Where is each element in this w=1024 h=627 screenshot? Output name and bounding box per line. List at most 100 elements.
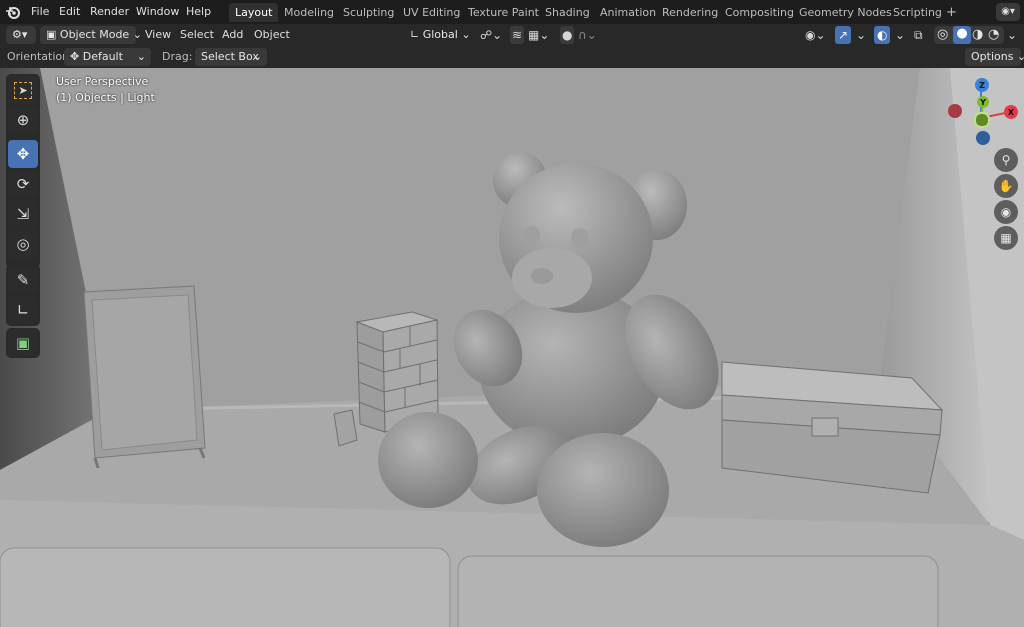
perspective-grid-icon: ▦ (1000, 231, 1012, 245)
tool-settings-bar: Orientation: ✥ Default ⌄ Drag: Select Bo… (0, 46, 1024, 68)
zoom-button[interactable]: ⚲ (994, 148, 1018, 172)
chevron-down-icon: ⌄ (132, 28, 142, 41)
options-dropdown[interactable]: Options ⌄ (965, 48, 1024, 66)
pan-button[interactable]: ✋ (994, 174, 1018, 198)
move-tool[interactable]: ✥ (8, 140, 38, 168)
tab-shading[interactable]: Shading (539, 3, 596, 22)
transform-orientation-dropdown[interactable]: ∟ Global ⌄ (404, 26, 474, 44)
snap-icon[interactable]: ≋ (510, 26, 525, 44)
annotate-icon: ✎ (16, 271, 30, 289)
editor-type-icon[interactable]: ⚙▾ (6, 26, 36, 44)
add-cube-tool[interactable]: ▣ (8, 329, 38, 357)
orientation-value: Default (82, 50, 123, 63)
overlays-icon[interactable]: ◐ (874, 26, 891, 44)
chevron-down-icon: ⌄ (136, 50, 146, 63)
mode-dropdown[interactable]: ▣ Object Mode ⌄ (40, 26, 142, 44)
gizmo-neg-y-axis[interactable] (974, 112, 990, 128)
chevron-down-icon[interactable]: ⌄ (895, 26, 905, 44)
measure-tool[interactable]: ∟ (8, 296, 38, 324)
add-workspace-button[interactable]: + (940, 3, 963, 22)
camera-icon: ◉ (1000, 205, 1012, 219)
gizmo-neg-z-axis[interactable] (976, 131, 990, 145)
menu-help[interactable]: Help (186, 0, 211, 24)
chevron-down-icon[interactable]: ⌄ (856, 26, 866, 44)
chevron-down-icon: ⌄ (252, 50, 262, 63)
menu-select[interactable]: Select (180, 26, 214, 44)
rotate-icon: ⟳ (16, 175, 30, 193)
falloff-icon[interactable]: ∩⌄ (578, 26, 597, 44)
viewport-header: ⚙▾ ▣ Object Mode ⌄ View Select Add Objec… (0, 24, 1024, 46)
transform-tool[interactable]: ◎ (8, 230, 38, 258)
scale-tool[interactable]: ⇲ (8, 200, 38, 228)
drag-field-label: Drag: (162, 50, 193, 63)
transform-icon: ◎ (16, 235, 30, 253)
menu-object[interactable]: Object (254, 26, 290, 44)
3d-viewport[interactable]: User Perspective (1) Objects | Light (0, 68, 1024, 627)
drag-value: Select Box (201, 50, 259, 63)
object-mode-icon: ▣ (46, 28, 57, 41)
tab-layout[interactable]: Layout (229, 3, 279, 22)
tab-animation[interactable]: Animation (594, 3, 662, 22)
perspective-toggle-button[interactable]: ▦ (994, 226, 1018, 250)
wireframe-shading-icon[interactable]: ◎ (937, 27, 948, 42)
select-box-tool[interactable]: ➤ (8, 76, 38, 104)
cursor-icon: ⊕ (16, 111, 30, 129)
top-bar: File Edit Render Window Help Layout Mode… (0, 0, 1024, 24)
visibility-icon[interactable]: ◉⌄ (805, 26, 826, 44)
select-box-icon: ➤ (14, 81, 32, 99)
scale-icon: ⇲ (16, 205, 30, 223)
pan-hand-icon: ✋ (998, 179, 1014, 193)
move-icon: ✥ (16, 145, 30, 163)
chevron-down-icon[interactable]: ⌄ (1007, 26, 1017, 44)
chevron-down-icon: ⌄ (1016, 50, 1024, 63)
annotate-tool[interactable]: ✎ (8, 266, 38, 294)
xray-icon[interactable]: ⧉ (914, 26, 923, 44)
tab-scripting[interactable]: Scripting (887, 3, 948, 22)
navigation-gizmo[interactable]: Z Y X (946, 76, 1020, 148)
menu-add[interactable]: Add (222, 26, 243, 44)
menu-render[interactable]: Render (90, 0, 129, 24)
zoom-icon: ⚲ (1001, 153, 1011, 167)
snap-target-icon[interactable]: ▦⌄ (528, 26, 549, 44)
shading-mode-group: ◎ ● ◑ ◔ (934, 26, 1004, 44)
menu-file[interactable]: File (31, 0, 49, 24)
orientation-gizmo-icon: ✥ (70, 50, 80, 63)
mode-label: Object Mode (59, 28, 130, 41)
cursor-tool[interactable]: ⊕ (8, 106, 38, 134)
tab-rendering[interactable]: Rendering (656, 3, 724, 22)
scene-render (0, 68, 1024, 627)
gizmo-z-axis[interactable]: Z (975, 78, 989, 92)
orientation-field-label: Orientation: (7, 50, 73, 63)
tab-modeling[interactable]: Modeling (278, 3, 340, 22)
add-cube-icon: ▣ (15, 334, 31, 352)
options-label: Options (971, 50, 1014, 63)
proportional-edit-icon[interactable]: ● (560, 26, 575, 44)
solid-shading-icon[interactable]: ● (953, 26, 971, 44)
view-name-label: User Perspective (56, 75, 149, 88)
measure-icon: ∟ (16, 301, 30, 319)
drag-dropdown[interactable]: Select Box ⌄ (195, 48, 267, 66)
camera-view-button[interactable]: ◉ (994, 200, 1018, 224)
gizmo-neg-x-axis[interactable] (948, 104, 962, 118)
material-shading-icon[interactable]: ◑ (972, 27, 983, 42)
gizmo-y-axis[interactable]: Y (977, 96, 989, 108)
blender-logo-icon[interactable] (5, 4, 21, 20)
menu-view[interactable]: View (145, 26, 171, 44)
orientation-dropdown[interactable]: ✥ Default ⌄ (64, 48, 151, 66)
tab-uv-editing[interactable]: UV Editing (397, 3, 466, 22)
menu-edit[interactable]: Edit (59, 0, 80, 24)
rendered-shading-icon[interactable]: ◔ (988, 27, 999, 42)
menu-window[interactable]: Window (136, 0, 179, 24)
tab-sculpting[interactable]: Sculpting (337, 3, 400, 22)
selection-info-label: (1) Objects | Light (56, 91, 155, 104)
gizmo-x-axis[interactable]: X (1004, 105, 1018, 119)
gizmo-toggle-icon[interactable]: ↗ (835, 26, 852, 44)
tab-compositing[interactable]: Compositing (719, 3, 800, 22)
orientation-axes-icon: ∟ (410, 28, 420, 41)
scene-selector-icon[interactable]: ◉▾ (996, 3, 1020, 21)
tab-geometry-nodes[interactable]: Geometry Nodes (793, 3, 898, 22)
chevron-down-icon: ⌄ (461, 28, 471, 41)
rotate-tool[interactable]: ⟳ (8, 170, 38, 198)
tab-texture-paint[interactable]: Texture Paint (462, 3, 545, 22)
pivot-point-icon[interactable]: ☍⌄ (480, 26, 502, 44)
